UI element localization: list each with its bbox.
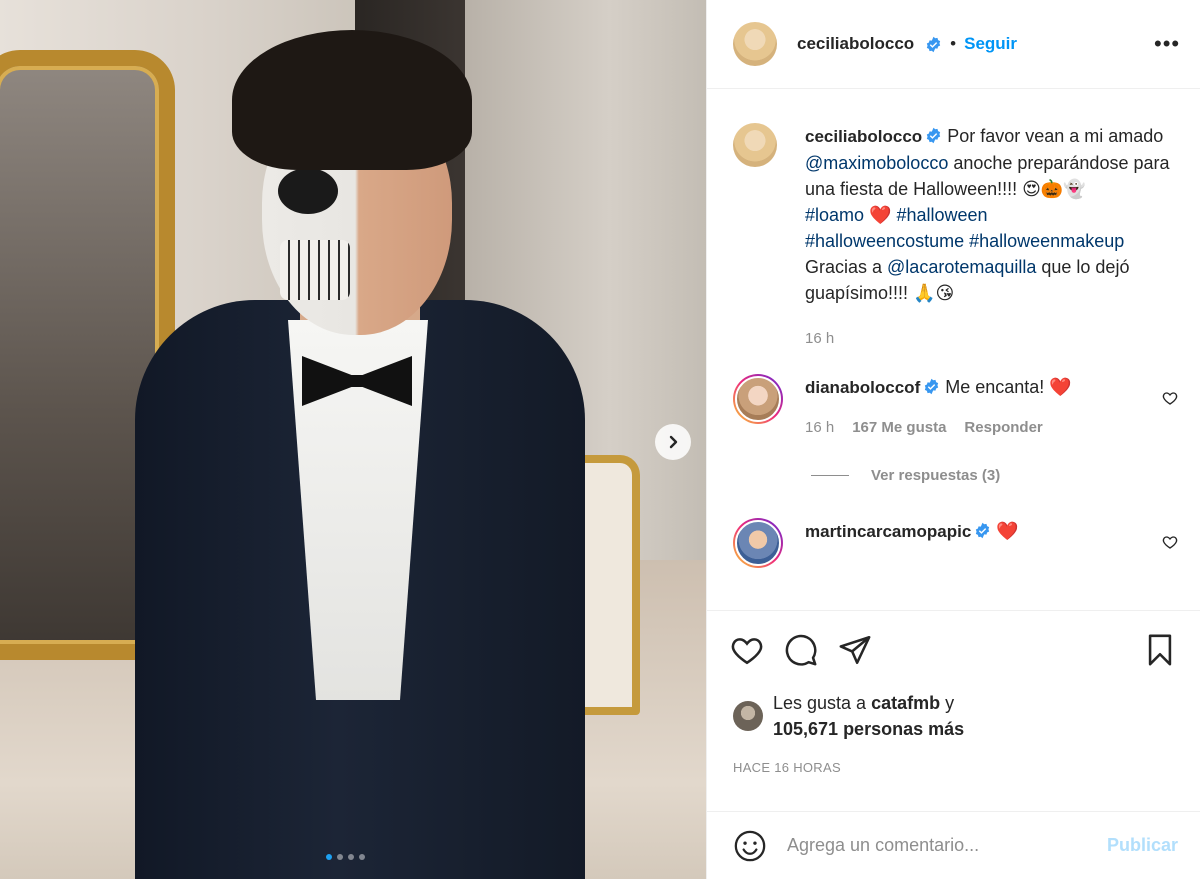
liker-avatar[interactable] xyxy=(733,701,763,731)
view-replies-label: Ver respuestas (3) xyxy=(871,467,1001,484)
skull-eye-makeup xyxy=(278,168,338,214)
carousel-dot xyxy=(326,854,332,860)
more-options-icon[interactable]: ••• xyxy=(1154,33,1179,55)
carousel-dot xyxy=(348,854,354,860)
carousel-dot xyxy=(337,854,343,860)
verified-badge-icon xyxy=(927,36,941,52)
view-replies-button[interactable]: Ver respuestas (3) xyxy=(811,467,1178,484)
caption-text: ❤️ xyxy=(864,205,897,225)
story-ring[interactable] xyxy=(733,518,783,568)
likes-text: Les gusta a catafmb y 105,671 personas m… xyxy=(773,690,964,742)
verified-badge-icon xyxy=(925,378,939,395)
replies-line xyxy=(811,475,849,476)
hashtag-link[interactable]: #halloweenmakeup xyxy=(969,231,1124,251)
chevron-right-icon xyxy=(669,435,678,449)
likes-count[interactable]: 105,671 personas más xyxy=(773,719,964,739)
comments-list[interactable]: ceciliabolocco Por favor vean a mi amado… xyxy=(707,89,1200,610)
caption-author[interactable]: ceciliabolocco xyxy=(805,127,922,146)
skull-teeth-makeup xyxy=(280,240,350,300)
next-slide-button[interactable] xyxy=(655,424,691,460)
heart-icon xyxy=(731,637,763,664)
likes-connector: y xyxy=(940,693,955,713)
comment-text: Me encanta! ❤️ xyxy=(945,377,1072,397)
verified-badge-icon xyxy=(927,127,941,144)
save-button[interactable] xyxy=(1142,632,1178,668)
author-row: ceciliabolocco • Seguir xyxy=(797,34,1154,54)
commenter-username[interactable]: dianaboloccof xyxy=(805,378,920,397)
like-comment-heart-icon[interactable] xyxy=(1162,534,1178,550)
caption-text: Por favor vean a mi amado xyxy=(947,126,1164,146)
comment-body: dianaboloccof Me encanta! ❤️ 16 h 167 Me… xyxy=(805,374,1178,441)
like-comment-heart-icon[interactable] xyxy=(1162,390,1178,406)
publish-button[interactable]: Publicar xyxy=(1107,835,1178,856)
bookmark-icon xyxy=(1148,634,1172,665)
post-timestamp[interactable]: HACE 16 HORAS xyxy=(707,750,1200,775)
post-header: ceciliabolocco • Seguir ••• xyxy=(707,0,1200,89)
likes-summary: Les gusta a catafmb y 105,671 personas m… xyxy=(707,690,1200,742)
story-ring[interactable] xyxy=(733,374,783,424)
commenter-avatar xyxy=(735,376,781,422)
verified-badge-icon xyxy=(976,522,990,539)
commenter-username[interactable]: martincarcamopapic xyxy=(805,522,971,541)
hashtag-link[interactable]: #halloweencostume xyxy=(805,231,964,251)
comment-input[interactable] xyxy=(787,835,1087,856)
caption-text: Gracias a xyxy=(805,257,888,277)
comment-composer: Publicar xyxy=(707,811,1200,879)
emoji-icon[interactable] xyxy=(733,829,767,863)
post-sidebar: ceciliabolocco • Seguir ••• ceciliaboloc… xyxy=(706,0,1200,879)
caption-author-avatar[interactable] xyxy=(733,123,777,167)
carousel-indicator xyxy=(326,854,365,860)
author-avatar[interactable] xyxy=(733,22,777,66)
caption-time[interactable]: 16 h xyxy=(805,326,834,352)
caption: ceciliabolocco Por favor vean a mi amado… xyxy=(733,123,1178,352)
separator-dot: • xyxy=(950,34,957,53)
post-media[interactable] xyxy=(0,0,706,879)
author-username[interactable]: ceciliabolocco xyxy=(797,34,914,54)
carousel-dot xyxy=(359,854,365,860)
liker-username[interactable]: catafmb xyxy=(871,693,940,713)
mention-link[interactable]: @lacarotemaquilla xyxy=(887,257,1036,277)
comment-text: ❤️ xyxy=(996,521,1019,541)
hashtag-link[interactable]: #halloween xyxy=(896,205,987,225)
comment-time[interactable]: 16 h xyxy=(805,415,834,441)
commenter-avatar xyxy=(735,520,781,566)
person-hair xyxy=(232,30,472,170)
mention-link[interactable]: @maximobolocco xyxy=(805,153,948,173)
paper-plane-icon xyxy=(839,635,871,664)
comment-item: martincarcamopapic ❤️ xyxy=(733,518,1178,568)
follow-button[interactable]: Seguir xyxy=(964,34,1017,54)
comment-body: martincarcamopapic ❤️ xyxy=(805,518,1178,568)
comment-item: dianaboloccof Me encanta! ❤️ 16 h 167 Me… xyxy=(733,374,1178,441)
like-button[interactable] xyxy=(729,632,765,668)
instagram-post: ceciliabolocco • Seguir ••• ceciliaboloc… xyxy=(0,0,1200,879)
reply-button[interactable]: Responder xyxy=(964,415,1042,441)
hashtag-link[interactable]: #loamo xyxy=(805,205,864,225)
caption-body: ceciliabolocco Por favor vean a mi amado… xyxy=(805,123,1178,352)
share-button[interactable] xyxy=(837,632,873,668)
action-bar xyxy=(707,610,1200,688)
comment-likes[interactable]: 167 Me gusta xyxy=(852,415,946,441)
likes-prefix: Les gusta a xyxy=(773,693,872,713)
comment-button[interactable] xyxy=(783,632,819,668)
comment-bubble-icon xyxy=(785,634,817,666)
